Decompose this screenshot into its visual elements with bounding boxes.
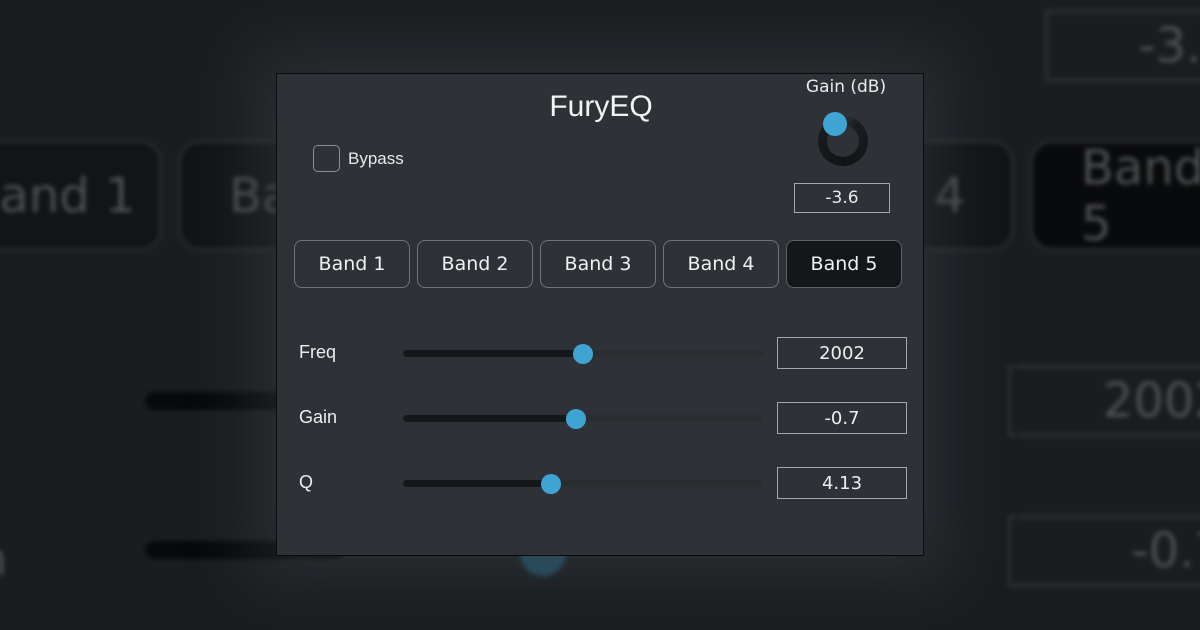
bg-param-gain-value-text: -0.7 — [1131, 523, 1200, 579]
bg-gain-value-text: -3.6 — [1138, 18, 1200, 74]
freq-value[interactable]: 2002 — [777, 337, 907, 369]
band-1-button[interactable]: Band 1 — [294, 240, 410, 288]
band-4-button[interactable]: Band 4 — [663, 240, 779, 288]
master-gain-value[interactable]: -3.6 — [794, 183, 890, 213]
freq-label: Freq — [299, 342, 337, 362]
bg-freq-value: 2002 — [1008, 365, 1200, 437]
q-row: Q 4.13 — [277, 467, 925, 501]
bypass-label: Bypass — [348, 148, 404, 168]
master-gain-label: Gain (dB) — [805, 77, 887, 97]
q-value[interactable]: 4.13 — [777, 467, 907, 499]
freq-slider[interactable] — [403, 344, 763, 364]
band-selector: Band 1 Band 2 Band 3 Band 4 Band 5 — [294, 240, 902, 288]
bg-band-1: Band 1 — [0, 140, 162, 251]
gain-slider[interactable] — [403, 409, 763, 429]
bg-band-1-label: Band 1 — [0, 167, 136, 224]
q-label: Q — [299, 472, 314, 492]
freq-slider-fill — [403, 350, 583, 357]
bypass-checkbox[interactable] — [313, 145, 340, 172]
bg-gain-value: -3.6 — [1045, 10, 1200, 82]
bg-param-gain-value: -0.7 — [1008, 515, 1200, 587]
band-3-button[interactable]: Band 3 — [540, 240, 656, 288]
freq-row: Freq 2002 — [277, 337, 925, 371]
bypass-toggle[interactable]: Bypass — [313, 145, 404, 172]
q-slider[interactable] — [403, 474, 763, 494]
q-slider-thumb[interactable] — [540, 474, 561, 494]
gain-row: Gain -0.7 — [277, 402, 925, 436]
gain-slider-thumb[interactable] — [565, 409, 586, 429]
band-2-button[interactable]: Band 2 — [417, 240, 533, 288]
bg-band-5: Band 5 — [1030, 139, 1200, 252]
bg-freq-value-text: 2002 — [1102, 373, 1200, 429]
plugin-panel: FuryEQ Bypass Gain (dB) -3.6 Band 1 Band… — [276, 73, 924, 556]
band-5-button[interactable]: Band 5 — [786, 240, 902, 288]
freq-slider-thumb[interactable] — [573, 344, 593, 364]
q-slider-fill — [403, 480, 551, 487]
master-gain-knob-handle[interactable] — [823, 112, 847, 136]
bg-label-2: n — [0, 532, 7, 586]
bg-band-4-label: 4 — [934, 167, 965, 224]
gain-value[interactable]: -0.7 — [777, 402, 907, 434]
gain-slider-fill — [403, 415, 576, 422]
bg-band-5-label: Band 5 — [1081, 139, 1200, 252]
gain-label: Gain — [299, 407, 338, 427]
